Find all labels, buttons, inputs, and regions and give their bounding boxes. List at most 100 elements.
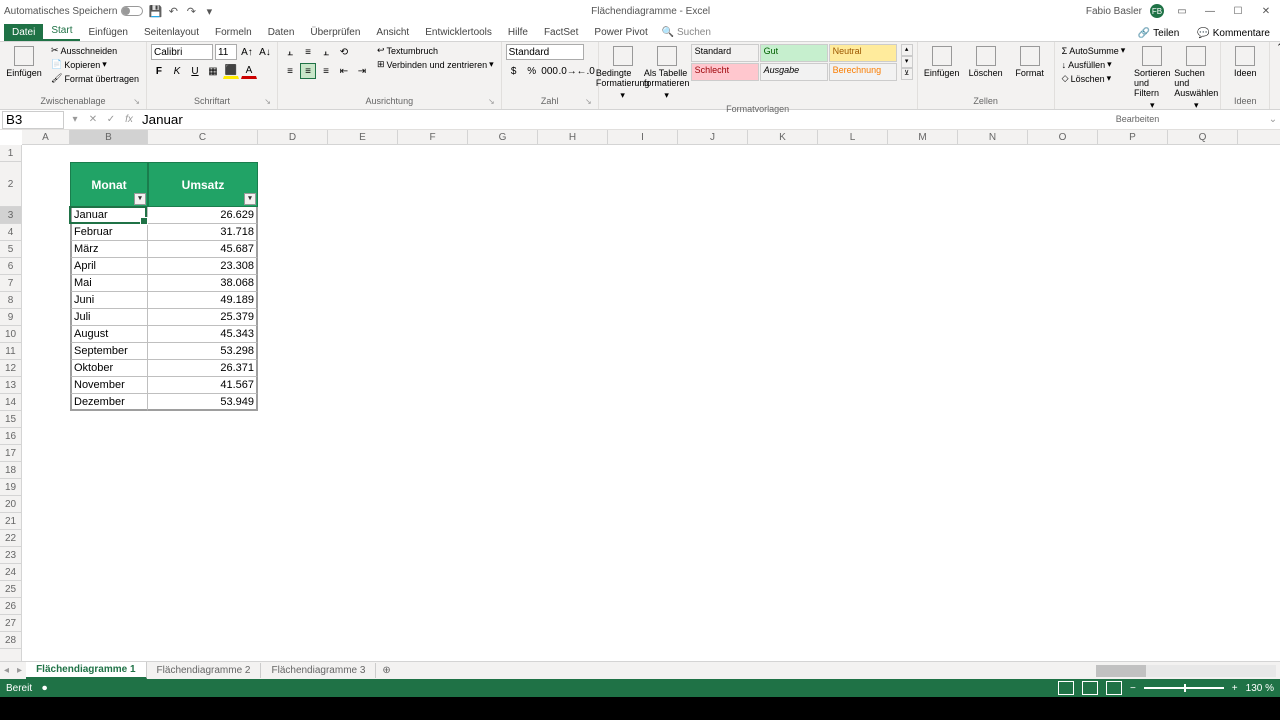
row-header-6[interactable]: 6 bbox=[0, 258, 21, 275]
align-middle-icon[interactable]: ≡ bbox=[300, 44, 316, 60]
column-header-N[interactable]: N bbox=[958, 130, 1028, 144]
column-header-K[interactable]: K bbox=[748, 130, 818, 144]
column-header-O[interactable]: O bbox=[1028, 130, 1098, 144]
redo-icon[interactable]: ↷ bbox=[185, 5, 197, 17]
row-header-13[interactable]: 13 bbox=[0, 377, 21, 394]
row-header-12[interactable]: 12 bbox=[0, 360, 21, 377]
launcher-icon[interactable]: ↘ bbox=[585, 97, 592, 106]
table-cell[interactable]: Januar bbox=[70, 207, 148, 224]
search-input[interactable]: 🔍 Suchen bbox=[656, 24, 717, 41]
insert-cells-button[interactable]: Einfügen bbox=[922, 44, 962, 80]
row-header-11[interactable]: 11 bbox=[0, 343, 21, 360]
decrease-decimal-icon[interactable]: ←.0 bbox=[578, 63, 594, 79]
view-normal-icon[interactable] bbox=[1058, 681, 1074, 695]
italic-button[interactable]: K bbox=[169, 63, 185, 79]
tab-review[interactable]: Überprüfen bbox=[302, 24, 368, 41]
delete-cells-button[interactable]: Löschen bbox=[966, 44, 1006, 80]
insert-function-icon[interactable]: fx bbox=[120, 111, 138, 129]
row-header-23[interactable]: 23 bbox=[0, 547, 21, 564]
user-avatar[interactable]: FB bbox=[1150, 4, 1164, 18]
comments-button[interactable]: 💬 Kommentare bbox=[1191, 26, 1276, 41]
column-header-G[interactable]: G bbox=[468, 130, 538, 144]
comma-icon[interactable]: 000 bbox=[542, 63, 558, 79]
add-sheet-button[interactable]: ⊕ bbox=[376, 665, 396, 676]
name-box[interactable] bbox=[2, 111, 64, 129]
row-header-19[interactable]: 19 bbox=[0, 479, 21, 496]
tab-help[interactable]: Hilfe bbox=[500, 24, 536, 41]
maximize-icon[interactable]: ☐ bbox=[1228, 2, 1248, 20]
table-cell[interactable]: Juli bbox=[70, 309, 148, 326]
filter-dropdown-icon[interactable]: ▾ bbox=[134, 193, 146, 205]
tab-factset[interactable]: FactSet bbox=[536, 24, 586, 41]
sort-filter-button[interactable]: Sortieren und Filtern▾ bbox=[1132, 44, 1172, 113]
table-cell[interactable]: Februar bbox=[70, 224, 148, 241]
styles-more-icon[interactable]: ⊻ bbox=[901, 68, 913, 80]
table-cell[interactable]: 23.308 bbox=[148, 258, 258, 275]
ideas-button[interactable]: Ideen bbox=[1225, 44, 1265, 80]
format-cells-button[interactable]: Format bbox=[1010, 44, 1050, 80]
table-cell[interactable]: 25.379 bbox=[148, 309, 258, 326]
align-left-icon[interactable]: ≡ bbox=[282, 63, 298, 79]
row-header-26[interactable]: 26 bbox=[0, 598, 21, 615]
column-header-D[interactable]: D bbox=[258, 130, 328, 144]
tab-developer[interactable]: Entwicklertools bbox=[417, 24, 500, 41]
style-standard[interactable]: Standard bbox=[691, 44, 759, 62]
sheet-tab-2[interactable]: Flächendiagramme 2 bbox=[147, 663, 262, 678]
decrease-font-icon[interactable]: A↓ bbox=[257, 44, 273, 60]
row-header-4[interactable]: 4 bbox=[0, 224, 21, 241]
font-color-button[interactable]: A bbox=[241, 63, 257, 79]
fill-color-button[interactable]: ⬛ bbox=[223, 63, 239, 79]
indent-increase-icon[interactable]: ⇥ bbox=[354, 63, 370, 79]
table-cell[interactable]: August bbox=[70, 326, 148, 343]
row-header-7[interactable]: 7 bbox=[0, 275, 21, 292]
tab-powerpivot[interactable]: Power Pivot bbox=[586, 24, 655, 41]
table-cell[interactable]: 41.567 bbox=[148, 377, 258, 394]
zoom-level[interactable]: 130 % bbox=[1246, 683, 1274, 694]
undo-icon[interactable]: ↶ bbox=[167, 5, 179, 17]
underline-button[interactable]: U bbox=[187, 63, 203, 79]
launcher-icon[interactable]: ↘ bbox=[133, 97, 140, 106]
table-cell[interactable]: 31.718 bbox=[148, 224, 258, 241]
find-select-button[interactable]: Suchen und Auswählen▾ bbox=[1176, 44, 1216, 113]
column-header-P[interactable]: P bbox=[1098, 130, 1168, 144]
column-header-M[interactable]: M bbox=[888, 130, 958, 144]
expand-formula-bar-icon[interactable]: ⌄ bbox=[1266, 114, 1280, 125]
percent-icon[interactable]: % bbox=[524, 63, 540, 79]
table-cell[interactable]: 53.949 bbox=[148, 394, 258, 411]
qat-customize-icon[interactable]: ▾ bbox=[203, 5, 215, 17]
column-header-I[interactable]: I bbox=[608, 130, 678, 144]
table-cell[interactable]: 26.629 bbox=[148, 207, 258, 224]
font-name-input[interactable] bbox=[151, 44, 213, 60]
clear-button[interactable]: ◇ Löschen ▾ bbox=[1059, 72, 1129, 85]
row-header-14[interactable]: 14 bbox=[0, 394, 21, 411]
wrap-text-button[interactable]: ↩ Textumbruch bbox=[374, 44, 497, 57]
toggle-switch-icon[interactable] bbox=[121, 6, 143, 16]
row-header-27[interactable]: 27 bbox=[0, 615, 21, 632]
tab-start[interactable]: Start bbox=[43, 22, 80, 41]
currency-icon[interactable]: $ bbox=[506, 63, 522, 79]
style-output[interactable]: Ausgabe bbox=[760, 63, 828, 81]
table-cell[interactable]: Dezember bbox=[70, 394, 148, 411]
align-top-icon[interactable]: ⫠ bbox=[282, 44, 298, 60]
merge-center-button[interactable]: ⊞ Verbinden und zentrieren ▾ bbox=[374, 58, 497, 71]
ribbon-display-icon[interactable]: ▭ bbox=[1172, 2, 1192, 20]
zoom-slider[interactable] bbox=[1144, 687, 1224, 689]
collapse-ribbon-icon[interactable]: ⌃ bbox=[1270, 42, 1280, 109]
view-pagebreak-icon[interactable] bbox=[1106, 681, 1122, 695]
cancel-formula-icon[interactable]: ✕ bbox=[84, 111, 102, 129]
table-cell[interactable]: Oktober bbox=[70, 360, 148, 377]
table-cell[interactable]: September bbox=[70, 343, 148, 360]
view-pagelayout-icon[interactable] bbox=[1082, 681, 1098, 695]
table-cell[interactable]: 49.189 bbox=[148, 292, 258, 309]
tab-layout[interactable]: Seitenlayout bbox=[136, 24, 207, 41]
column-header-E[interactable]: E bbox=[328, 130, 398, 144]
row-header-1[interactable]: 1 bbox=[0, 145, 21, 162]
row-header-24[interactable]: 24 bbox=[0, 564, 21, 581]
row-header-8[interactable]: 8 bbox=[0, 292, 21, 309]
column-header-H[interactable]: H bbox=[538, 130, 608, 144]
conditional-formatting-button[interactable]: Bedingte Formatierung▾ bbox=[603, 44, 643, 103]
tab-formulas[interactable]: Formeln bbox=[207, 24, 260, 41]
sheet-nav-prev-icon[interactable]: ◂ bbox=[0, 665, 13, 676]
format-painter-button[interactable]: 🖌 Format übertragen bbox=[48, 72, 142, 85]
column-header-J[interactable]: J bbox=[678, 130, 748, 144]
